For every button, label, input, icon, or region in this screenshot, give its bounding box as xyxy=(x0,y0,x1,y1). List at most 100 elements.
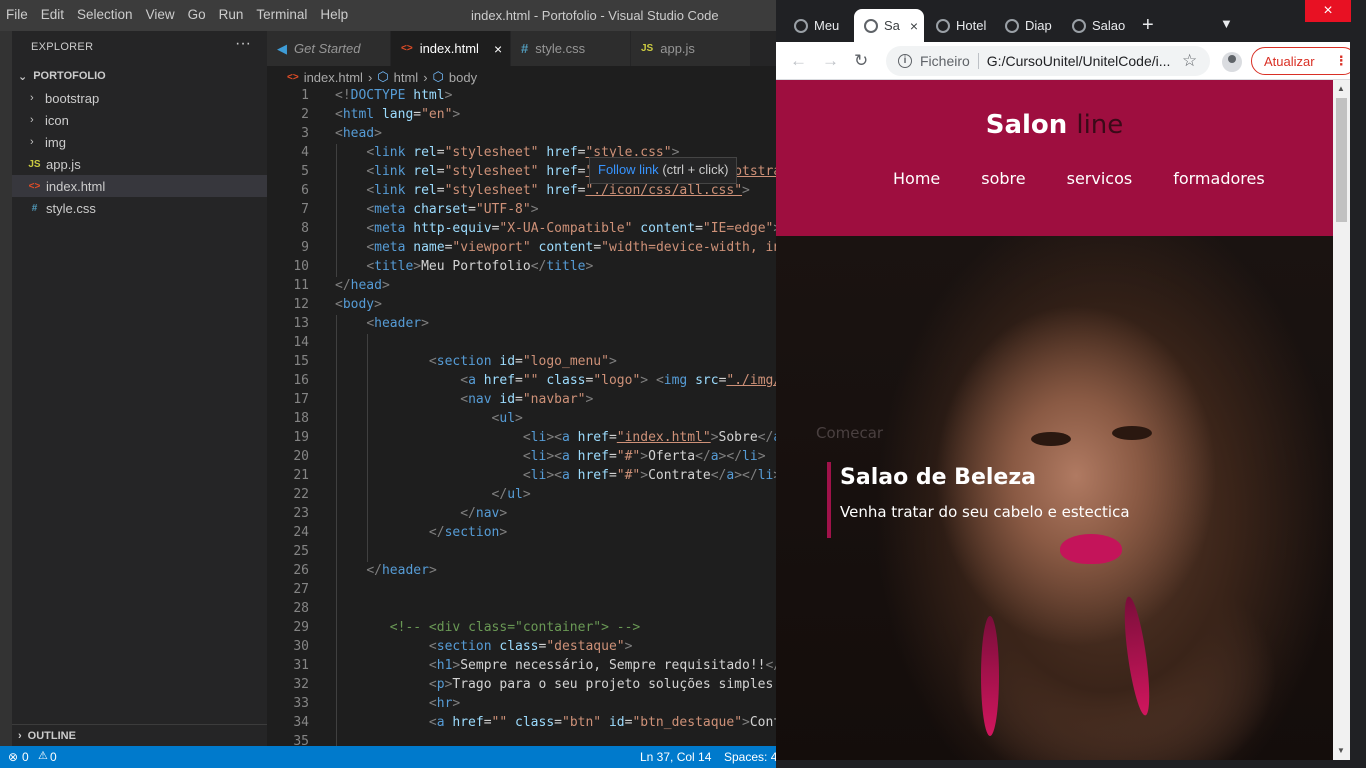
address-bar[interactable]: i Ficheiro G:/CursoUnitel/UnitelCode/i..… xyxy=(886,46,1210,76)
code-line[interactable]: <meta http-equiv="X-UA-Compatible" conte… xyxy=(335,221,776,236)
code-line[interactable]: <header> xyxy=(335,316,429,331)
scroll-up-arrow-icon[interactable]: ▲ xyxy=(1337,84,1345,93)
line-number: 17 xyxy=(293,392,309,407)
code-line[interactable]: </section> xyxy=(335,525,507,540)
menu-run[interactable]: Run xyxy=(219,7,253,22)
nav-home[interactable]: Home xyxy=(893,169,940,188)
code-line[interactable]: <meta charset="UTF-8"> xyxy=(335,202,538,217)
scroll-down-arrow-icon[interactable]: ▼ xyxy=(1337,746,1345,755)
back-arrow-icon[interactable]: ← xyxy=(790,51,807,71)
code-line[interactable]: <title>Meu Portofolio</title> xyxy=(335,259,593,274)
line-number: 13 xyxy=(293,316,309,331)
chrome-window: Meu Sa × Hotel Diap Salao + ▼ × ← → ↻ i … xyxy=(776,0,1366,768)
code-line[interactable]: <p>Trago para o seu projeto soluções sim… xyxy=(335,677,773,692)
tree-file-stylecss[interactable]: # style.css xyxy=(12,197,267,219)
line-number: 9 xyxy=(301,240,309,255)
site-logo[interactable]: Salon line xyxy=(776,110,1333,140)
breadcrumb: <> index.html › ⬡ html › ⬡ body xyxy=(267,66,776,88)
code-line[interactable]: <body> xyxy=(335,297,382,312)
close-icon[interactable]: × xyxy=(910,18,918,34)
folder-header[interactable]: ⌄ PORTOFOLIO xyxy=(12,65,267,87)
window-title: index.html - Portofolio - Visual Studio … xyxy=(471,8,719,23)
menu-help[interactable]: Help xyxy=(320,7,357,22)
tab-style-css[interactable]: # style.css xyxy=(511,31,631,66)
code-line[interactable]: <html lang="en"> xyxy=(335,107,460,122)
window-close-button[interactable]: × xyxy=(1305,0,1351,22)
menu-go[interactable]: Go xyxy=(188,7,215,22)
code-line[interactable]: <meta name="viewport" content="width=dev… xyxy=(335,240,776,255)
code-line[interactable]: <ul> xyxy=(335,411,523,426)
code-line[interactable]: <head> xyxy=(335,126,382,141)
browser-tab[interactable]: Salao xyxy=(1062,9,1126,42)
close-icon[interactable]: × xyxy=(494,41,502,57)
vscode-window: File Edit Selection View Go Run Terminal… xyxy=(0,0,776,768)
indentation[interactable]: Spaces: 4 xyxy=(724,750,776,764)
code-line[interactable]: <!DOCTYPE html> xyxy=(335,88,452,103)
code-line[interactable]: <nav id="navbar"> xyxy=(335,392,593,407)
breadcrumb-file[interactable]: index.html xyxy=(304,70,363,85)
tree-file-indexhtml[interactable]: <> index.html xyxy=(12,175,267,197)
code-line[interactable]: <section class="destaque"> xyxy=(335,639,633,654)
line-number-gutter: 1 2 3 4 5 6 7 8 9 10 11 12 13 14 15 16 17 18 19 20 21 22 23 24 2… xyxy=(267,87,317,749)
code-line[interactable]: <li><a href="#">Oferta</a></li> xyxy=(335,449,766,464)
code-line[interactable]: <li><a href="index.html">Sobre</a> xyxy=(335,430,776,445)
symbol-element-icon: ⬡ xyxy=(432,69,444,84)
page-scrollbar[interactable]: ▲ ▼ xyxy=(1333,80,1350,760)
update-button[interactable]: Atualizar ⋮ xyxy=(1251,47,1357,75)
browser-tab[interactable]: Hotel xyxy=(926,9,994,42)
scrollbar-thumb[interactable] xyxy=(1336,98,1347,222)
menu-view[interactable]: View xyxy=(146,7,184,22)
new-tab-button[interactable]: + xyxy=(1142,14,1154,37)
nav-sobre[interactable]: sobre xyxy=(981,169,1025,188)
tooltip-link[interactable]: Follow link xyxy=(598,162,659,177)
code-line[interactable]: <link rel="stylesheet" href="./icon/css/… xyxy=(335,183,750,198)
comecar-link[interactable]: Comecar xyxy=(816,424,883,442)
error-count[interactable]: 0 xyxy=(22,750,29,764)
nav-servicos[interactable]: servicos xyxy=(1067,169,1133,188)
more-actions-icon[interactable]: ··· xyxy=(235,35,251,53)
line-number: 15 xyxy=(293,354,309,369)
nav-formadores[interactable]: formadores xyxy=(1173,169,1264,188)
tree-folder-bootstrap[interactable]: › bootstrap xyxy=(12,87,267,109)
code-line[interactable]: <section id="logo_menu"> xyxy=(335,354,617,369)
breadcrumb-body[interactable]: body xyxy=(449,70,477,85)
tab-index-html[interactable]: <> index.html × xyxy=(391,31,511,66)
html-file-icon: <> xyxy=(287,71,299,83)
code-line[interactable]: </ul> xyxy=(335,487,531,502)
code-line[interactable]: <li><a href="#">Contrate</a></li> xyxy=(335,468,776,483)
reload-icon[interactable]: ↻ xyxy=(854,51,868,71)
code-line[interactable]: </header> xyxy=(335,563,436,578)
code-line[interactable]: <a href="" class="logo"> <img src="./img… xyxy=(335,373,776,388)
tree-folder-img[interactable]: › img xyxy=(12,131,267,153)
outline-section-header[interactable]: › OUTLINE xyxy=(12,724,267,746)
code-line[interactable]: <a href="" class="btn" id="btn_destaque"… xyxy=(335,715,776,730)
code-editor[interactable]: <!DOCTYPE html> <html lang="en"> <head> <l… xyxy=(335,87,776,747)
tab-app-js[interactable]: JS app.js xyxy=(631,31,751,66)
tree-file-appjs[interactable]: JS app.js xyxy=(12,153,267,175)
browser-tab[interactable]: Meu xyxy=(784,9,852,42)
menu-selection[interactable]: Selection xyxy=(77,7,142,22)
browser-tab-active[interactable]: Sa × xyxy=(854,9,924,42)
menu-file[interactable]: File xyxy=(6,7,37,22)
chevron-down-icon: ⌄ xyxy=(18,70,28,83)
tree-folder-icon[interactable]: › icon xyxy=(12,109,267,131)
code-line[interactable]: </head> xyxy=(335,278,390,293)
code-line[interactable]: <h1>Sempre necessário, Sempre requisitad… xyxy=(335,658,776,673)
address-url: G:/CursoUnitel/UnitelCode/i... xyxy=(986,53,1171,69)
breadcrumb-html[interactable]: html xyxy=(394,70,419,85)
menu-terminal[interactable]: Terminal xyxy=(256,7,316,22)
warning-count[interactable]: 0 xyxy=(50,750,57,764)
menu-edit[interactable]: Edit xyxy=(41,7,73,22)
forward-arrow-icon[interactable]: → xyxy=(822,51,839,71)
code-line[interactable]: </nav> xyxy=(335,506,507,521)
tab-search-icon[interactable]: ▼ xyxy=(1220,16,1233,31)
menu-bar: File Edit Selection View Go Run Terminal… xyxy=(6,7,361,22)
code-line[interactable]: <!-- <div class="container"> --> xyxy=(335,620,640,635)
browser-tab[interactable]: Diap xyxy=(995,9,1059,42)
tab-get-started[interactable]: ◀ Get Started xyxy=(267,31,391,66)
bookmark-star-icon[interactable]: ☆ xyxy=(1182,51,1197,71)
cursor-position[interactable]: Ln 37, Col 14 xyxy=(640,750,711,764)
info-icon[interactable]: i xyxy=(898,54,912,68)
profile-avatar-icon[interactable] xyxy=(1222,52,1242,72)
code-line[interactable]: <hr> xyxy=(335,696,460,711)
